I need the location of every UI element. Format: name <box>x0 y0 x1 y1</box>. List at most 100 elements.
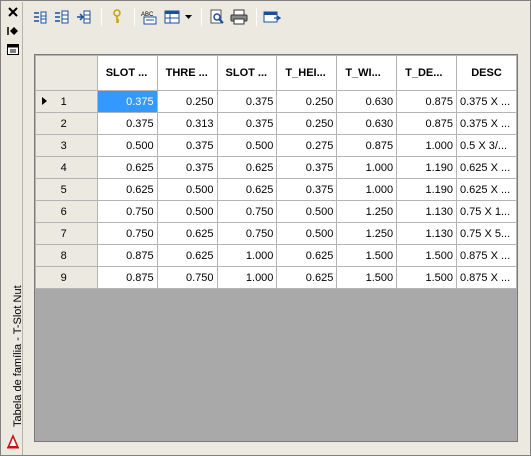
table-row[interactable]: 5 0.625 0.500 0.625 0.375 1.000 1.190 0.… <box>35 178 518 201</box>
new-row-icon[interactable] <box>30 7 50 27</box>
table-cell[interactable]: 1.000 <box>216 244 278 267</box>
table-cell[interactable]: 0.375 <box>156 156 218 179</box>
table-cell[interactable]: 0.313 <box>156 112 218 135</box>
table-cell[interactable]: 1.130 <box>396 200 457 223</box>
table-cell[interactable]: 0.375 X ... <box>455 90 518 113</box>
save-icon[interactable] <box>262 7 282 27</box>
table-row[interactable]: 8 0.875 0.625 1.000 0.625 1.500 1.500 0.… <box>35 244 518 267</box>
row-header[interactable]: 2 <box>35 112 98 135</box>
table-cell[interactable]: 1.190 <box>396 156 457 179</box>
column-header-desc[interactable]: DESC <box>455 55 518 91</box>
table-cell[interactable]: 0.625 X ... <box>455 156 518 179</box>
find-icon[interactable] <box>207 7 227 27</box>
table-cell[interactable]: 0.375 X ... <box>455 112 518 135</box>
table-cell[interactable]: 0.875 <box>396 90 457 113</box>
table-cell[interactable]: 0.750 <box>96 200 158 223</box>
table-cell[interactable]: 0.875 <box>396 112 457 135</box>
table-cell[interactable]: 0.625 <box>216 156 278 179</box>
table-cell[interactable]: 0.750 <box>156 266 218 289</box>
table-cell[interactable]: 0.5 X 3/... <box>455 134 518 157</box>
table-cell[interactable]: 1.000 <box>396 134 457 157</box>
table-cell[interactable]: 0.375 <box>156 134 218 157</box>
print-icon[interactable] <box>229 7 249 27</box>
table-cell[interactable]: 0.375 <box>276 156 338 179</box>
table-row[interactable]: 7 0.750 0.625 0.750 0.500 1.250 1.130 0.… <box>35 222 518 245</box>
table-cell[interactable]: 1.000 <box>336 156 398 179</box>
table-cell[interactable]: 0.625 <box>216 178 278 201</box>
table-cell[interactable]: 0.625 <box>276 244 338 267</box>
table-cell[interactable]: 1.500 <box>336 244 398 267</box>
column-header-t-depth[interactable]: T_DE... <box>396 55 457 91</box>
column-header-slot-1[interactable]: SLOT ... <box>96 55 158 91</box>
column-header-slot-2[interactable]: SLOT ... <box>216 55 278 91</box>
table-cell[interactable]: 0.500 <box>156 200 218 223</box>
table-cell[interactable]: 0.375 <box>216 112 278 135</box>
table-cell[interactable]: 1.500 <box>336 266 398 289</box>
table-cell[interactable]: 0.625 <box>96 178 158 201</box>
table-row[interactable]: 6 0.750 0.500 0.750 0.500 1.250 1.130 0.… <box>35 200 518 223</box>
table-cell[interactable]: 0.875 X ... <box>455 244 518 267</box>
spelling-icon[interactable]: ABC <box>140 7 160 27</box>
table-row[interactable]: 2 0.375 0.313 0.375 0.250 0.630 0.875 0.… <box>35 112 518 135</box>
table-cell[interactable]: 0.275 <box>276 134 338 157</box>
table-cell[interactable]: 1.500 <box>396 266 457 289</box>
table-cell[interactable]: 0.625 <box>96 156 158 179</box>
table-cell[interactable]: 0.500 <box>276 222 338 245</box>
table-cell[interactable]: 0.875 <box>96 266 158 289</box>
table-cell[interactable]: 0.375 <box>96 112 158 135</box>
table-cell[interactable]: 0.375 <box>216 90 278 113</box>
table-cell[interactable]: 0.500 <box>216 134 278 157</box>
row-header[interactable]: 5 <box>35 178 98 201</box>
table-cell[interactable]: 1.130 <box>396 222 457 245</box>
table-cell[interactable]: 1.250 <box>336 222 398 245</box>
column-header-thread[interactable]: THRE ... <box>156 55 218 91</box>
table-row[interactable]: 1 0.375 0.250 0.375 0.250 0.630 0.875 0.… <box>35 90 518 113</box>
table-cell[interactable]: 0.875 <box>96 244 158 267</box>
table-cell[interactable]: 0.250 <box>276 90 338 113</box>
row-header[interactable]: 6 <box>35 200 98 223</box>
insert-row-icon[interactable] <box>52 7 72 27</box>
table-cell[interactable]: 0.75 X 5... <box>455 222 518 245</box>
row-header[interactable]: 1 <box>35 90 98 113</box>
table-cell[interactable]: 1.250 <box>336 200 398 223</box>
table-cell[interactable]: 0.625 X ... <box>455 178 518 201</box>
table-cell[interactable]: 0.625 <box>276 266 338 289</box>
column-setup-icon[interactable] <box>162 7 182 27</box>
table-cell[interactable]: 0.750 <box>216 200 278 223</box>
table-cell[interactable]: 0.500 <box>96 134 158 157</box>
table-cell[interactable]: 0.375 <box>96 90 158 113</box>
corner-cell[interactable] <box>35 55 98 91</box>
column-header-t-width[interactable]: T_WI... <box>336 55 398 91</box>
key-icon[interactable] <box>107 7 127 27</box>
table-cell[interactable]: 0.500 <box>156 178 218 201</box>
row-header[interactable]: 9 <box>35 266 98 289</box>
table-cell[interactable]: 0.625 <box>156 222 218 245</box>
table-cell[interactable]: 0.750 <box>216 222 278 245</box>
autohide-icon[interactable] <box>5 24 20 38</box>
row-header[interactable]: 4 <box>35 156 98 179</box>
table-row[interactable]: 3 0.500 0.375 0.500 0.275 0.875 1.000 0.… <box>35 134 518 157</box>
table-row[interactable]: 9 0.875 0.750 1.000 0.625 1.500 1.500 0.… <box>35 266 518 289</box>
table-cell[interactable]: 1.190 <box>396 178 457 201</box>
row-header[interactable]: 7 <box>35 222 98 245</box>
table-cell[interactable]: 0.75 X 1... <box>455 200 518 223</box>
table-cell[interactable]: 0.875 <box>336 134 398 157</box>
table-cell[interactable]: 0.375 <box>276 178 338 201</box>
table-cell[interactable]: 0.630 <box>336 112 398 135</box>
column-header-t-height[interactable]: T_HEI... <box>276 55 338 91</box>
table-row[interactable]: 4 0.625 0.375 0.625 0.375 1.000 1.190 0.… <box>35 156 518 179</box>
table-cell[interactable]: 1.000 <box>336 178 398 201</box>
table-cell[interactable]: 1.500 <box>396 244 457 267</box>
table-cell[interactable]: 0.875 X ... <box>455 266 518 289</box>
table-cell[interactable]: 1.000 <box>216 266 278 289</box>
table-cell[interactable]: 0.250 <box>156 90 218 113</box>
table-cell[interactable]: 0.750 <box>96 222 158 245</box>
close-icon[interactable] <box>5 5 20 19</box>
row-header[interactable]: 8 <box>35 244 98 267</box>
export-icon[interactable] <box>74 7 94 27</box>
table-cell[interactable]: 0.625 <box>156 244 218 267</box>
properties-menu-icon[interactable] <box>5 42 20 56</box>
table-cell[interactable]: 0.250 <box>276 112 338 135</box>
row-header[interactable]: 3 <box>35 134 98 157</box>
chevron-down-icon[interactable] <box>184 7 192 27</box>
